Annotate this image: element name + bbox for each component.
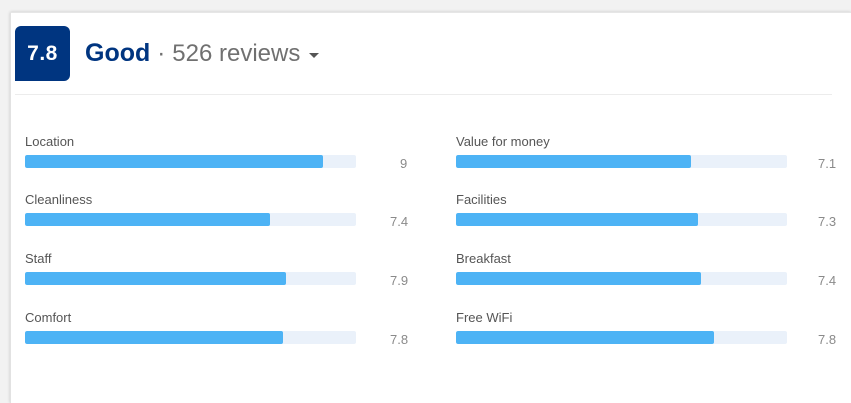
score-bar-track (456, 272, 787, 285)
category-facilities: Facilities 7.3 (456, 192, 836, 242)
score-bar-fill (456, 331, 715, 344)
separator: · (157, 39, 166, 67)
chevron-down-icon[interactable] (309, 53, 320, 58)
divider (15, 94, 832, 95)
category-free-wifi: Free WiFi 7.8 (456, 310, 836, 360)
category-cleanliness: Cleanliness 7.4 (25, 192, 425, 242)
category-score: 7.4 (818, 273, 837, 288)
score-bar-track (456, 213, 787, 226)
category-label: Free WiFi (456, 310, 513, 325)
category-score: 7.1 (818, 156, 837, 171)
review-summary-header: 7.8 Good · 526 reviews (15, 26, 320, 81)
category-score: 7.3 (818, 214, 837, 229)
category-label: Facilities (456, 192, 507, 207)
category-score: 7.8 (390, 332, 409, 347)
score-bar-track (25, 213, 356, 226)
category-score: 7.8 (818, 332, 837, 347)
score-badge: 7.8 (15, 26, 70, 81)
score-bar-track (456, 331, 787, 344)
score-bar-fill (456, 213, 698, 226)
score-bar-fill (25, 331, 284, 344)
category-label: Location (25, 134, 75, 149)
score-bar-fill (456, 272, 701, 285)
category-label: Value for money (456, 134, 550, 149)
category-score: 7.9 (390, 273, 409, 288)
category-location: Location 9 (25, 134, 425, 184)
category-staff: Staff 7.9 (25, 251, 425, 301)
category-score: 7.4 (390, 214, 409, 229)
score-bar-track (25, 272, 356, 285)
category-label: Cleanliness (25, 192, 93, 207)
score-bar-fill (456, 155, 691, 168)
category-label: Breakfast (456, 251, 511, 266)
category-comfort: Comfort 7.8 (25, 310, 425, 360)
score-bar-fill (25, 213, 270, 226)
category-value-for-money: Value for money 7.1 (456, 134, 836, 184)
score-bar-fill (25, 272, 287, 285)
score-bar-track (25, 155, 356, 168)
category-label: Comfort (25, 310, 72, 325)
score-bar-fill (25, 155, 323, 168)
score-bar-track (25, 331, 356, 344)
category-score: 9 (400, 156, 408, 171)
category-breakfast: Breakfast 7.4 (456, 251, 836, 301)
category-label: Staff (25, 251, 52, 266)
verdict-label: Good (85, 39, 151, 67)
review-count-dropdown[interactable]: 526 reviews (172, 40, 300, 68)
score-bar-track (456, 155, 787, 168)
